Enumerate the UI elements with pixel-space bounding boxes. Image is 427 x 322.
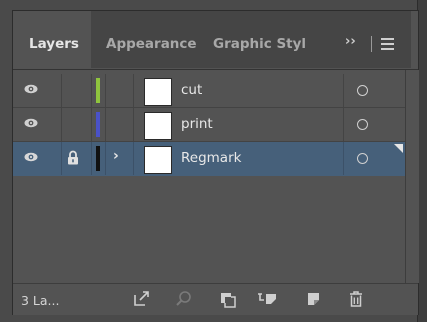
target-circle-icon[interactable]: [357, 153, 368, 164]
panel-footer: 3 La...: [13, 283, 418, 315]
layer-thumbnail: [144, 112, 172, 140]
layer-color-indicator: [96, 112, 100, 137]
tab-overflow-button[interactable]: ››: [345, 34, 356, 49]
export-icon[interactable]: [131, 289, 153, 309]
selection-indicator: [394, 144, 403, 153]
lock-toggle[interactable]: [61, 142, 91, 175]
lock-toggle[interactable]: [61, 74, 91, 107]
tab-layers[interactable]: Layers: [29, 34, 79, 54]
layer-count: 3 La...: [21, 293, 60, 308]
layer-name[interactable]: Regmark: [181, 150, 241, 166]
layer-color-indicator: [96, 78, 100, 103]
eye-icon: [24, 84, 38, 94]
target-circle-icon[interactable]: [357, 119, 368, 130]
layers-scrollbar[interactable]: [405, 70, 419, 283]
panel-tab-bar: Layers Appearance Graphic Styl ››: [13, 11, 418, 70]
lock-icon: [68, 150, 78, 165]
new-layer-icon[interactable]: [303, 289, 325, 309]
panel-menu-icon[interactable]: [381, 38, 394, 50]
trash-icon[interactable]: [345, 289, 367, 309]
search-icon: [173, 289, 195, 309]
layer-row-print[interactable]: print: [13, 108, 405, 142]
layer-color-indicator: [96, 146, 100, 171]
clipping-mask-icon[interactable]: [217, 289, 239, 309]
expand-chevron-icon[interactable]: ›: [113, 148, 119, 164]
visibility-toggle[interactable]: [13, 142, 61, 175]
new-sublayer-icon[interactable]: [255, 289, 277, 309]
target-circle-icon[interactable]: [357, 85, 368, 96]
lock-toggle[interactable]: [61, 108, 91, 141]
layer-thumbnail: [144, 78, 172, 106]
eye-icon: [24, 152, 38, 162]
eye-icon: [24, 118, 38, 128]
tab-graphic-styles[interactable]: Graphic Styl: [213, 34, 311, 54]
layers-list: cut print › Regmark: [13, 70, 418, 283]
layers-panel: Layers Appearance Graphic Styl ›› cut pr…: [12, 10, 419, 315]
tab-appearance[interactable]: Appearance: [106, 34, 197, 54]
layer-row-cut[interactable]: cut: [13, 74, 405, 108]
layer-row-regmark[interactable]: › Regmark: [13, 142, 405, 176]
layer-name[interactable]: print: [181, 116, 213, 132]
layer-thumbnail: [144, 146, 172, 174]
tab-divider: [371, 36, 372, 52]
visibility-toggle[interactable]: [13, 74, 61, 107]
visibility-toggle[interactable]: [13, 108, 61, 141]
layer-name[interactable]: cut: [181, 82, 202, 98]
